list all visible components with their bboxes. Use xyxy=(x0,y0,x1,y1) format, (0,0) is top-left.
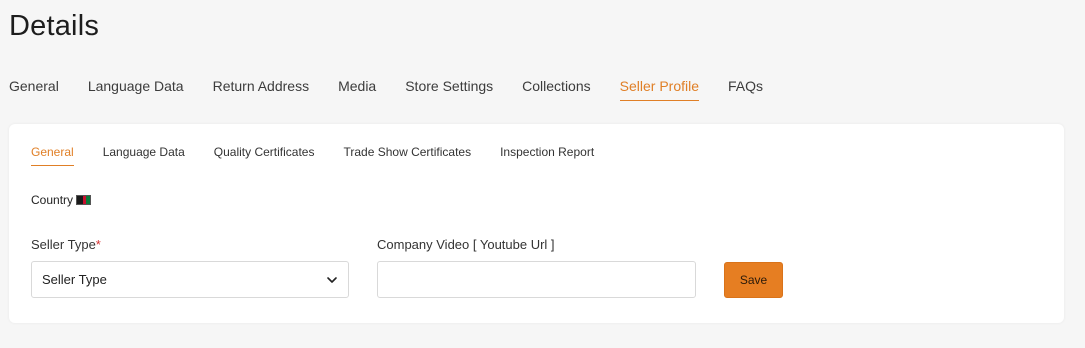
top-tab-bar: General Language Data Return Address Med… xyxy=(9,78,792,101)
company-video-label: Company Video [ Youtube Url ] xyxy=(377,237,555,252)
tab-seller-profile[interactable]: Seller Profile xyxy=(619,78,700,101)
seller-type-select[interactable]: Seller Type xyxy=(31,261,349,298)
company-video-input[interactable] xyxy=(377,261,696,298)
save-button[interactable]: Save xyxy=(724,262,783,298)
sub-tab-trade-show-certificates[interactable]: Trade Show Certificates xyxy=(343,145,471,166)
chevron-down-icon xyxy=(327,276,337,283)
tab-media[interactable]: Media xyxy=(338,78,376,101)
tab-general[interactable]: General xyxy=(9,78,59,101)
seller-type-selected-value: Seller Type xyxy=(42,272,107,287)
sub-tab-quality-certificates[interactable]: Quality Certificates xyxy=(214,145,315,166)
sub-tab-bar: General Language Data Quality Certificat… xyxy=(31,145,623,166)
flag-icon xyxy=(76,195,92,205)
sub-tab-inspection-report[interactable]: Inspection Report xyxy=(500,145,594,166)
seller-type-label: Seller Type* xyxy=(31,237,101,252)
tab-store-settings[interactable]: Store Settings xyxy=(405,78,493,101)
country-label: Country xyxy=(31,193,74,207)
sub-tab-language-data[interactable]: Language Data xyxy=(103,145,185,166)
page-title: Details xyxy=(9,10,100,42)
tab-language-data[interactable]: Language Data xyxy=(88,78,184,101)
required-mark: * xyxy=(95,237,101,252)
seller-profile-card: General Language Data Quality Certificat… xyxy=(9,124,1064,323)
tab-collections[interactable]: Collections xyxy=(522,78,590,101)
tab-faqs[interactable]: FAQs xyxy=(728,78,763,101)
sub-tab-general[interactable]: General xyxy=(31,145,74,166)
country-row: Country xyxy=(31,193,92,207)
tab-return-address[interactable]: Return Address xyxy=(213,78,310,101)
seller-type-label-text: Seller Type xyxy=(31,237,96,252)
